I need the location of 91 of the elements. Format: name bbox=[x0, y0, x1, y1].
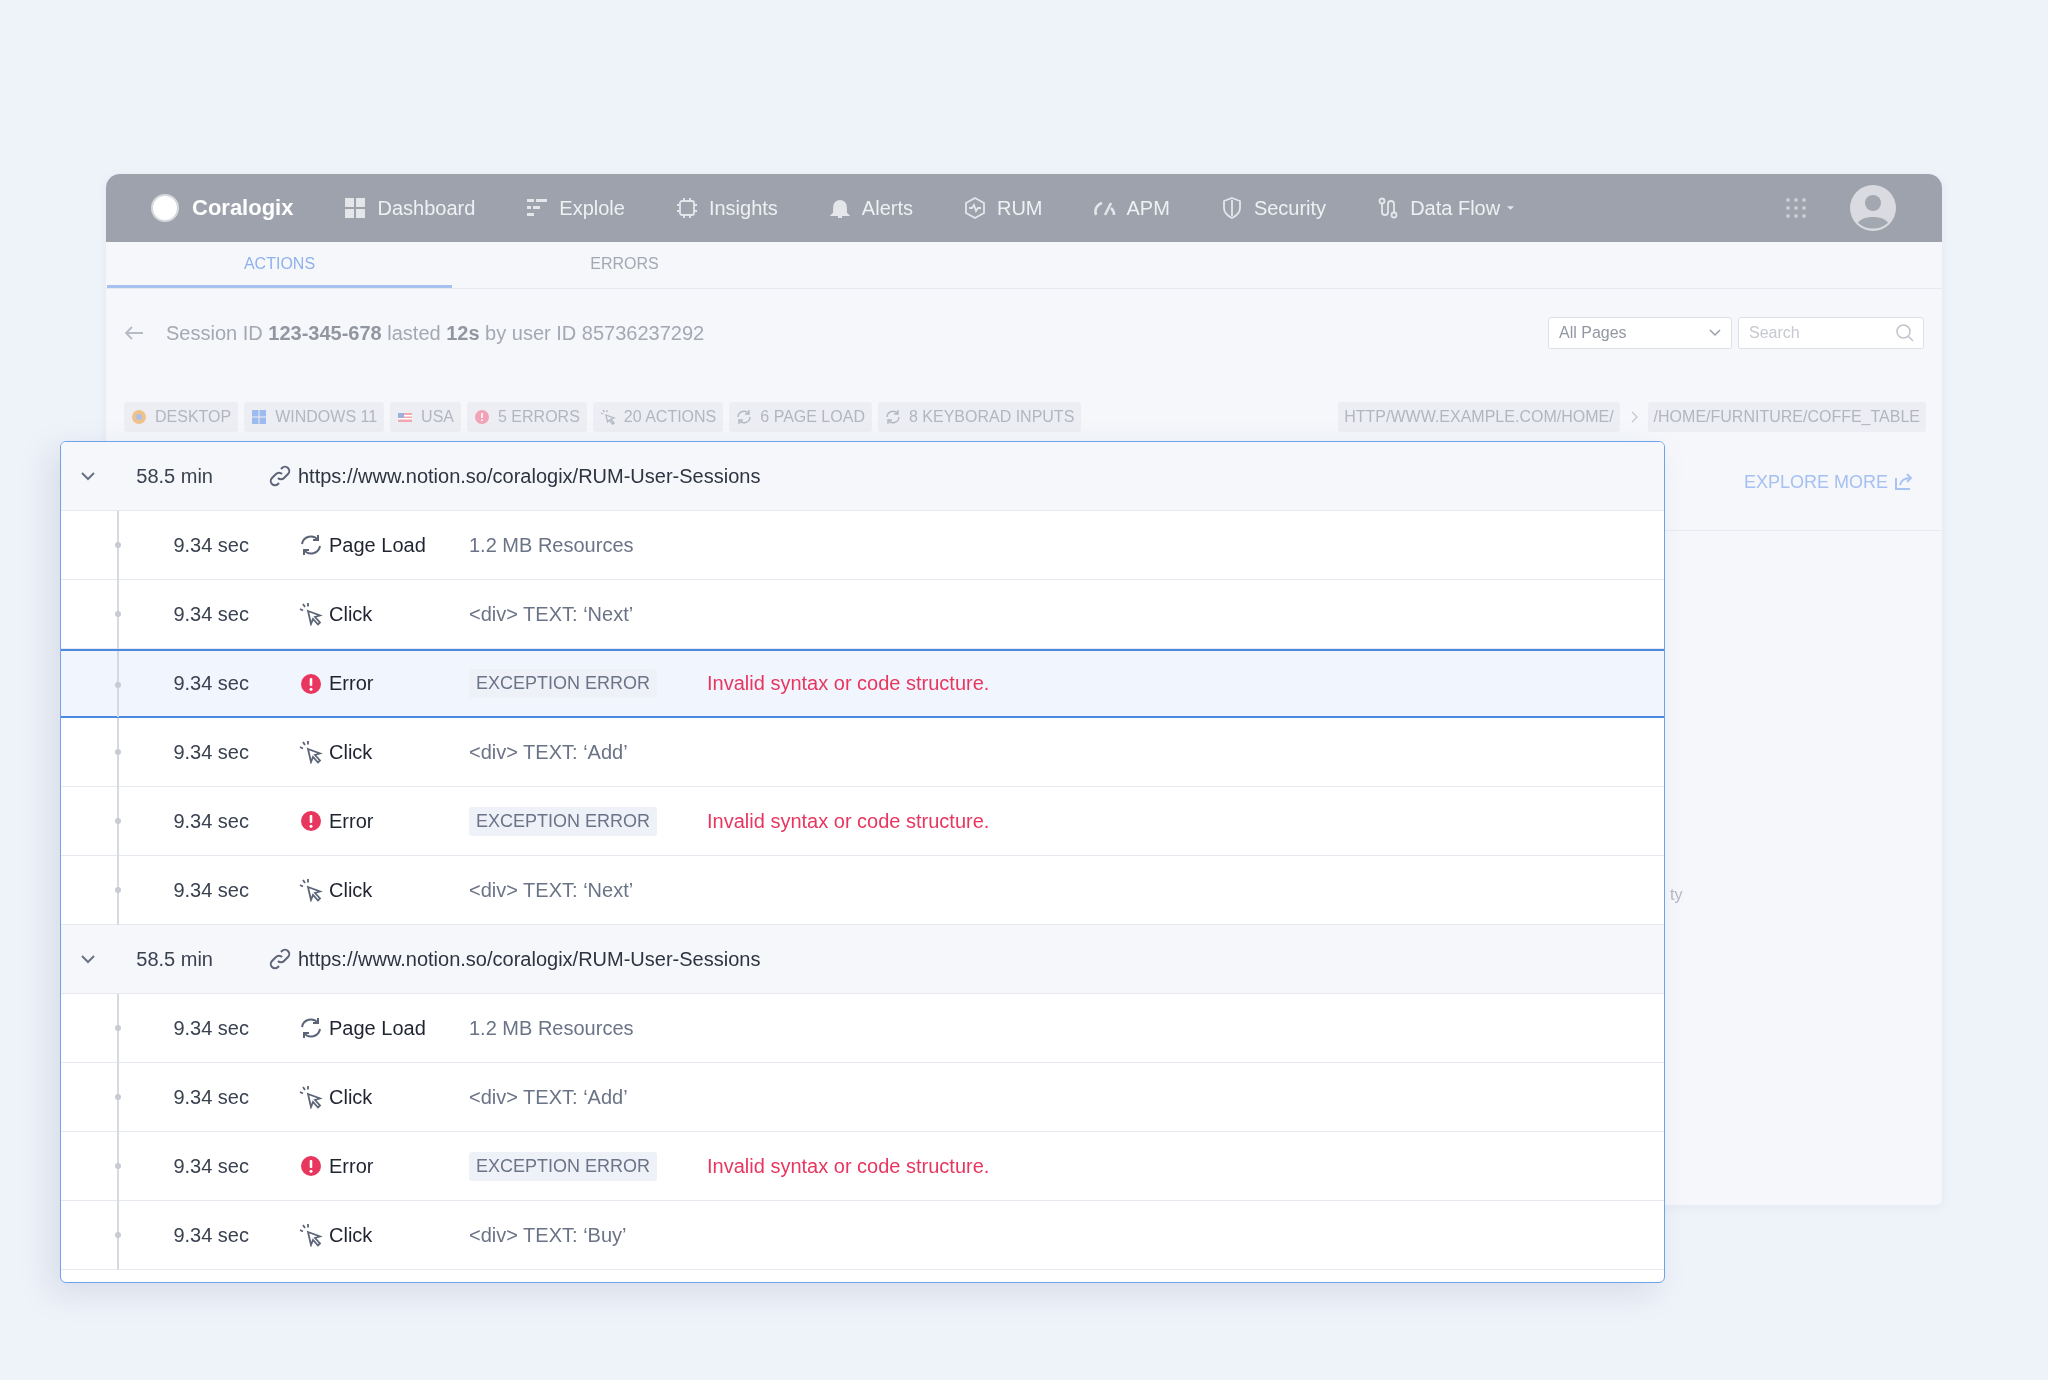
time-text: 9.34 sec bbox=[172, 1016, 249, 1040]
search-icon[interactable] bbox=[1895, 323, 1915, 343]
tag-label: 8 KEYBORAD INPUTS bbox=[908, 408, 1075, 426]
reload-icon bbox=[736, 409, 753, 425]
chevron-right-icon bbox=[1629, 411, 1638, 423]
event-row[interactable]: 9.34 sec Page Load 1.2 MB Resources bbox=[61, 994, 1664, 1063]
caret-icon[interactable] bbox=[1506, 205, 1516, 211]
tag-label: USA bbox=[421, 408, 454, 426]
error-icon bbox=[474, 409, 490, 425]
grid-icon[interactable] bbox=[343, 196, 368, 220]
back-arrow-icon[interactable] bbox=[124, 325, 144, 341]
event-type: Page Load bbox=[329, 1016, 427, 1040]
duration-text: 58.5 min bbox=[135, 464, 213, 488]
duration-text: 58.5 min bbox=[135, 947, 213, 971]
event-detail: <div> TEXT: ‘Next’ bbox=[469, 878, 634, 902]
page-row[interactable]: 58.5 min https://www.notion.so/coralogix/RUM-User-Sessions bbox=[61, 925, 1664, 994]
event-detail: <div> TEXT: ‘Add’ bbox=[469, 1085, 628, 1109]
event-row[interactable]: 9.34 sec Click <div> TEXT: ‘Add’ bbox=[61, 718, 1664, 787]
cursor-click-icon bbox=[299, 1085, 323, 1109]
page-row[interactable]: 58.5 min https://www.notion.so/coralogix/RUM-User-Sessions bbox=[61, 442, 1664, 511]
search-field[interactable]: Search bbox=[1738, 317, 1924, 349]
event-detail: <div> TEXT: ‘Next’ bbox=[469, 602, 634, 626]
avatar-icon[interactable] bbox=[1850, 185, 1896, 231]
tag-label: 5 ERRORS bbox=[498, 408, 580, 426]
tag-label: DESKTOP bbox=[155, 408, 232, 426]
cursor-click-icon bbox=[299, 878, 323, 902]
error-type-badge: EXCEPTION ERROR bbox=[469, 669, 658, 698]
event-type: Page Load bbox=[329, 533, 427, 557]
windows-icon bbox=[251, 409, 268, 425]
time-text: 9.34 sec bbox=[172, 740, 249, 764]
error-type-badge: EXCEPTION ERROR bbox=[469, 806, 658, 836]
cursor-click-icon bbox=[299, 602, 323, 626]
tag-label: 20 ACTIONS bbox=[623, 408, 717, 426]
event-type: Click bbox=[329, 740, 374, 764]
page-url[interactable]: https://www.notion.so/coralogix/RUM-User-Sessions bbox=[298, 464, 761, 488]
time-text: 9.34 sec bbox=[172, 1154, 249, 1178]
time-text: 9.34 sec bbox=[172, 878, 249, 902]
time-text: 9.34 sec bbox=[172, 602, 249, 626]
event-row[interactable]: 9.34 sec Click <div> TEXT: ‘Buy’ bbox=[61, 1201, 1664, 1270]
cursor-click-icon bbox=[299, 740, 323, 764]
event-type: Error bbox=[329, 809, 375, 833]
reload-icon bbox=[299, 533, 323, 557]
error-icon bbox=[299, 671, 323, 696]
event-type: Click bbox=[329, 1223, 374, 1247]
time-text: 9.34 sec bbox=[172, 809, 249, 833]
chip-icon[interactable] bbox=[674, 196, 699, 220]
error-icon bbox=[299, 1154, 323, 1178]
event-detail: 1.2 MB Resources bbox=[469, 1016, 634, 1040]
browser-icon bbox=[131, 409, 147, 425]
event-row[interactable]: 9.34 sec Error EXCEPTION ERROR Invalid syntax or code structure. bbox=[61, 787, 1664, 856]
brand-name: Coralogix bbox=[192, 195, 294, 221]
error-message: Invalid syntax or code structure. bbox=[707, 1154, 990, 1178]
time-text: 9.34 sec bbox=[172, 533, 249, 557]
session-summary: Session ID 123-345-678 lasted 12s by user ID 85736237292 bbox=[166, 321, 705, 345]
link-icon bbox=[268, 464, 292, 488]
event-type: Click bbox=[329, 1085, 374, 1109]
page-url[interactable]: https://www.notion.so/coralogix/RUM-User-Sessions bbox=[298, 947, 761, 971]
time-text: 9.34 sec bbox=[172, 1085, 249, 1109]
event-type: Click bbox=[329, 602, 374, 626]
cursor-click-icon bbox=[599, 409, 616, 425]
event-detail: <div> TEXT: ‘Add’ bbox=[469, 740, 628, 764]
error-icon bbox=[299, 809, 323, 833]
chevron-icon[interactable] bbox=[80, 471, 96, 481]
external-link-icon[interactable] bbox=[1894, 473, 1914, 491]
event-type: Click bbox=[329, 878, 374, 902]
event-row[interactable]: 9.34 sec Error EXCEPTION ERROR Invalid syntax or code structure. bbox=[61, 1132, 1664, 1201]
chevron-icon[interactable] bbox=[80, 954, 96, 964]
error-message: Invalid syntax or code structure. bbox=[707, 809, 990, 833]
tag-label: WINDOWS 11 bbox=[275, 408, 378, 426]
chevron-down-icon[interactable] bbox=[1709, 329, 1721, 337]
reload-icon bbox=[299, 1016, 323, 1040]
event-detail: 1.2 MB Resources bbox=[469, 533, 634, 557]
event-row[interactable]: 9.34 sec Error EXCEPTION ERROR Invalid syntax or code structure. bbox=[61, 649, 1664, 718]
error-type-badge: EXCEPTION ERROR bbox=[469, 1151, 658, 1181]
event-type: Error bbox=[329, 672, 375, 695]
event-type: Error bbox=[329, 1154, 375, 1178]
hexagon-icon[interactable] bbox=[963, 196, 987, 220]
link-icon bbox=[268, 947, 292, 971]
event-row[interactable]: 9.34 sec Page Load 1.2 MB Resources bbox=[61, 511, 1664, 580]
reload-icon bbox=[884, 409, 901, 425]
cursor-click-icon bbox=[299, 1223, 323, 1247]
logo-icon bbox=[150, 193, 180, 223]
search-input[interactable]: Search bbox=[1747, 323, 1881, 343]
event-row[interactable]: 9.34 sec Click <div> TEXT: ‘Add’ bbox=[61, 1063, 1664, 1132]
tag-label: 6 PAGE LOAD bbox=[760, 408, 865, 426]
apps-grid-icon[interactable] bbox=[1784, 196, 1808, 220]
time-text: 9.34 sec bbox=[172, 672, 249, 695]
event-detail: <div> TEXT: ‘Buy’ bbox=[469, 1223, 627, 1247]
time-text: 9.34 sec bbox=[172, 1223, 249, 1247]
error-message: Invalid syntax or code structure. bbox=[707, 672, 990, 695]
partial-text: ty bbox=[1670, 886, 1683, 904]
